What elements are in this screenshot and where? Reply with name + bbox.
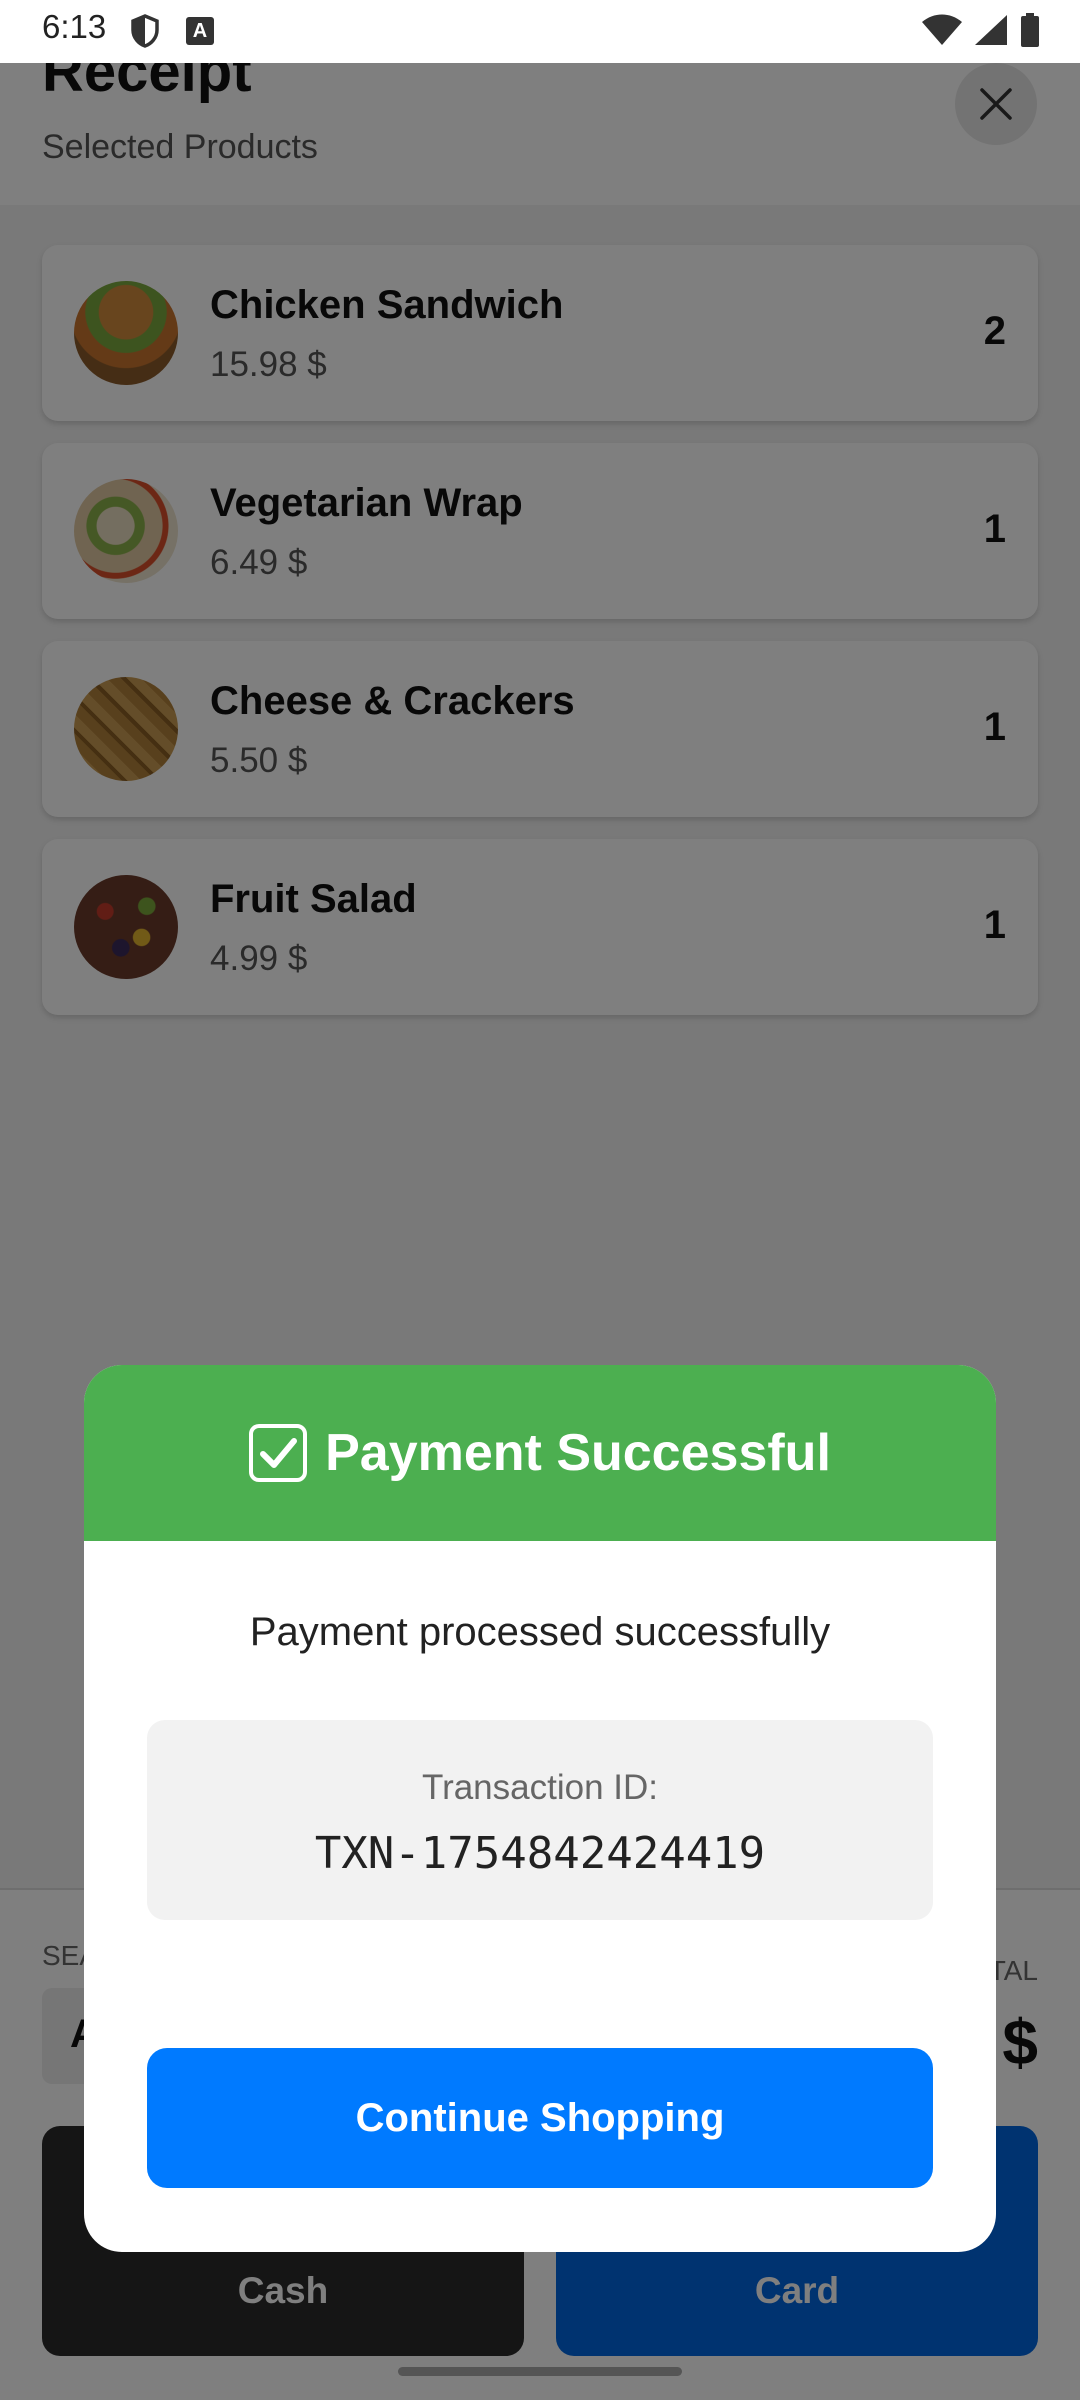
shield-icon <box>131 14 159 48</box>
payment-success-dialog: Payment Successful Payment processed suc… <box>84 1365 996 2252</box>
transaction-id: TXN-1754842424419 <box>314 1828 766 1879</box>
battery-icon <box>1021 13 1039 47</box>
transaction-box: Transaction ID: TXN-1754842424419 <box>147 1720 933 1920</box>
dialog-header: Payment Successful <box>84 1365 996 1541</box>
signal-icon <box>975 15 1007 45</box>
dialog-message: Payment processed successfully <box>249 1610 831 1654</box>
status-time: 6:13 <box>42 8 107 45</box>
check-icon <box>249 1424 308 1482</box>
a-badge-icon: A <box>186 17 214 45</box>
status-bar: 6:13 A <box>0 0 1080 63</box>
dialog-title: Payment Successful <box>325 1424 831 1482</box>
wifi-icon <box>922 14 962 45</box>
status-icons <box>922 12 1040 48</box>
transaction-label: Transaction ID: <box>421 1768 658 1807</box>
continue-shopping-button[interactable]: Continue Shopping <box>147 2048 933 2188</box>
gesture-nav-handle[interactable] <box>398 2367 682 2376</box>
